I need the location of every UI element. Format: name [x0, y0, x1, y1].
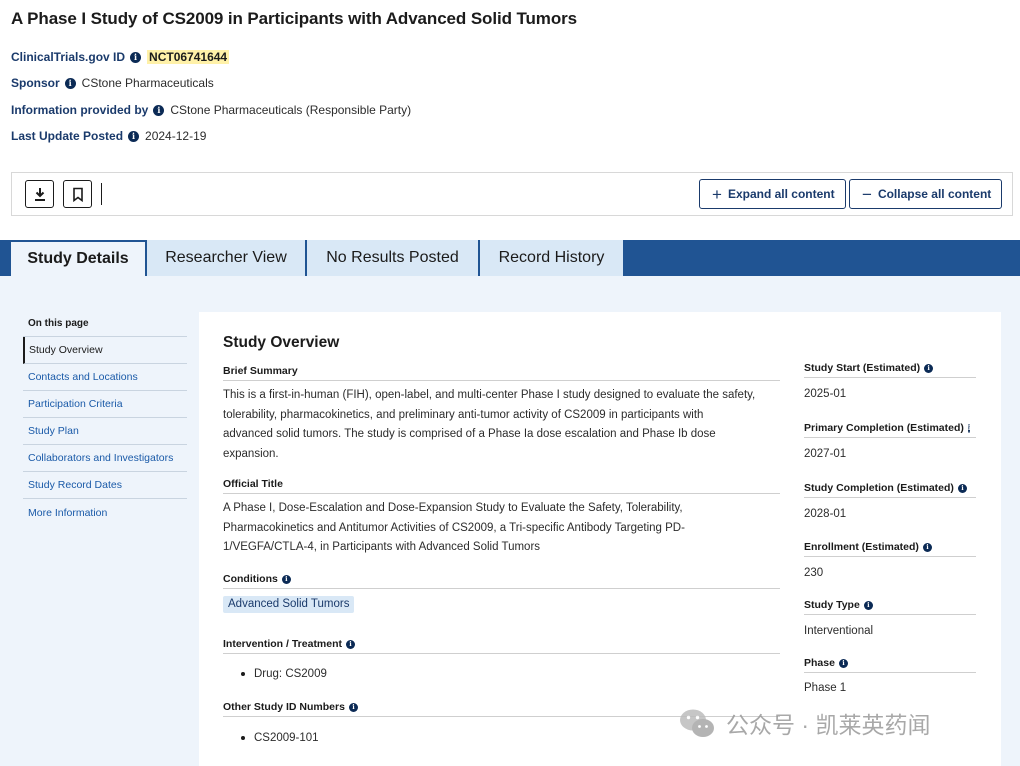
other-ids-heading: Other Study ID Numbers	[223, 701, 345, 713]
fact-value-study-type: Interventional	[804, 625, 874, 637]
fact-label-primary-completion: Primary Completion (Estimated) i	[804, 422, 976, 438]
nct-id-value: NCT06741644	[147, 50, 230, 64]
info-icon[interactable]: i	[281, 574, 291, 584]
condition-tag[interactable]: Advanced Solid Tumors	[223, 596, 355, 613]
fact-label-enrollment: Enrollment (Estimated) i	[804, 541, 976, 557]
toolbar-divider	[101, 183, 102, 205]
meta-last-update: Last Update Posted i 2024-12-19	[11, 129, 206, 143]
intervention-label: Intervention / Treatment i	[223, 638, 780, 654]
fact-value-enrollment: 230	[804, 567, 824, 579]
wechat-watermark: 公众号 · 凯莱英药闻	[678, 706, 930, 740]
info-icon[interactable]: i	[924, 363, 934, 373]
page-title: A Phase I Study of CS2009 in Participant…	[11, 9, 577, 28]
side-nav-item-participation-criteria[interactable]: Participation Criteria	[23, 391, 187, 418]
fact-label-study-start: Study Start (Estimated) i	[804, 362, 976, 378]
side-nav-heading: On this page	[23, 318, 187, 337]
brief-summary-line: tolerability, pharmacokinetics, and prel…	[223, 408, 704, 421]
brief-summary-label: Brief Summary	[223, 365, 780, 381]
side-nav-item-contacts-locations[interactable]: Contacts and Locations	[23, 364, 187, 391]
info-icon[interactable]: i	[64, 77, 76, 89]
official-title-line: A Phase I, Dose-Escalation and Dose-Expa…	[223, 502, 683, 514]
meta-info-provided-by: Information provided by i CStone Pharmac…	[11, 103, 411, 117]
fact-label-text: Enrollment (Estimated)	[804, 541, 919, 553]
fact-label-phase: Phase i	[804, 657, 976, 673]
expand-all-label: Expand all content	[727, 187, 835, 201]
brief-summary-heading: Brief Summary	[223, 365, 298, 377]
fact-label-text: Study Type	[804, 599, 860, 611]
info-icon[interactable]: i	[130, 51, 142, 63]
info-provider-value: CStone Pharmaceuticals (Responsible Part…	[170, 103, 412, 117]
collapse-all-button[interactable]: − Collapse all content	[849, 179, 1003, 209]
side-nav-item-study-plan[interactable]: Study Plan	[23, 418, 187, 445]
section-title: Study Overview	[223, 334, 340, 351]
official-title-label: Official Title	[223, 478, 780, 494]
brief-summary-line: This is a first-in-human (FIH), open-lab…	[223, 389, 756, 401]
tab-record-history[interactable]: Record History	[480, 240, 624, 276]
tab-study-details[interactable]: Study Details	[11, 242, 146, 276]
study-overview-card: Study Overview Brief Summary This is a f…	[199, 312, 1001, 766]
fact-label-text: Study Completion (Estimated)	[804, 482, 954, 494]
meta-label: Sponsor	[11, 76, 60, 90]
info-icon[interactable]: i	[922, 542, 932, 552]
official-title-line: Pharmacokinetics and Antitumor Activitie…	[223, 521, 685, 534]
info-icon[interactable]: i	[863, 600, 873, 610]
meta-sponsor: Sponsor i CStone Pharmaceuticals	[11, 76, 214, 90]
fact-value-study-start: 2025-01	[804, 388, 847, 400]
last-update-value: 2024-12-19	[145, 129, 207, 143]
fact-label-text: Phase	[804, 657, 835, 669]
meta-label: Last Update Posted	[11, 129, 124, 143]
info-icon[interactable]: i	[348, 702, 358, 712]
meta-label: Information provided by	[11, 103, 149, 117]
info-icon[interactable]: i	[153, 104, 165, 116]
watermark-text: 公众号 · 凯莱英药闻	[726, 712, 931, 738]
bookmark-button[interactable]	[63, 180, 92, 208]
on-this-page-nav: On this page Study Overview Contacts and…	[23, 318, 187, 526]
wechat-icon	[680, 709, 714, 737]
official-title-text: A Phase I, Dose-Escalation and Dose-Expa…	[223, 499, 780, 558]
plus-icon: +	[712, 184, 722, 204]
info-icon[interactable]: i	[346, 639, 356, 649]
expand-all-button[interactable]: + Expand all content	[699, 179, 846, 209]
brief-summary-line: advanced solid tumors. The study is comp…	[223, 428, 716, 440]
side-nav-item-record-dates[interactable]: Study Record Dates	[23, 472, 187, 499]
side-nav-item-more-information[interactable]: More Information	[23, 499, 187, 526]
brief-summary-line: expansion.	[223, 447, 279, 460]
fact-value-study-completion: 2028-01	[804, 508, 847, 520]
collapse-all-label: Collapse all content	[877, 187, 992, 201]
official-title-line: 1/VEGFA/CTLA-4, in Participants with Adv…	[223, 541, 541, 553]
tab-researcher-view[interactable]: Researcher View	[147, 240, 306, 276]
tab-no-results-posted[interactable]: No Results Posted	[307, 240, 479, 276]
fact-label-study-completion: Study Completion (Estimated) i	[804, 482, 976, 498]
info-icon[interactable]: i	[957, 483, 967, 493]
meta-nct-id: ClinicalTrials.gov ID i NCT06741644	[11, 50, 230, 64]
sponsor-value: CStone Pharmaceuticals	[81, 76, 214, 90]
bookmark-icon	[72, 187, 83, 202]
fact-label-study-type: Study Type i	[804, 599, 976, 615]
other-id-item: CS2009-101	[241, 732, 319, 744]
intervention-item: Drug: CS2009	[241, 668, 327, 680]
download-button[interactable]	[25, 180, 54, 208]
download-icon	[34, 187, 45, 201]
conditions-label: Conditions i	[223, 573, 780, 589]
side-nav-item-study-overview[interactable]: Study Overview	[23, 337, 187, 364]
minus-icon: −	[862, 184, 872, 204]
fact-label-text: Primary Completion (Estimated)	[804, 422, 964, 434]
tab-bar: Study Details Researcher View No Results…	[0, 240, 1020, 276]
record-toolbar: + Expand all content − Collapse all cont…	[11, 172, 1013, 216]
brief-summary-text: This is a first-in-human (FIH), open-lab…	[223, 386, 780, 464]
info-icon[interactable]: i	[967, 423, 971, 433]
official-title-heading: Official Title	[223, 478, 283, 490]
fact-value-phase: Phase 1	[804, 682, 847, 694]
conditions-heading: Conditions	[223, 573, 278, 585]
info-icon[interactable]: i	[128, 130, 140, 142]
intervention-heading: Intervention / Treatment	[223, 638, 343, 650]
side-nav-item-collaborators[interactable]: Collaborators and Investigators	[23, 445, 187, 472]
fact-value-primary-completion: 2027-01	[804, 448, 847, 460]
info-icon[interactable]: i	[838, 658, 848, 668]
meta-label: ClinicalTrials.gov ID	[11, 50, 126, 64]
fact-label-text: Study Start (Estimated)	[804, 362, 921, 374]
